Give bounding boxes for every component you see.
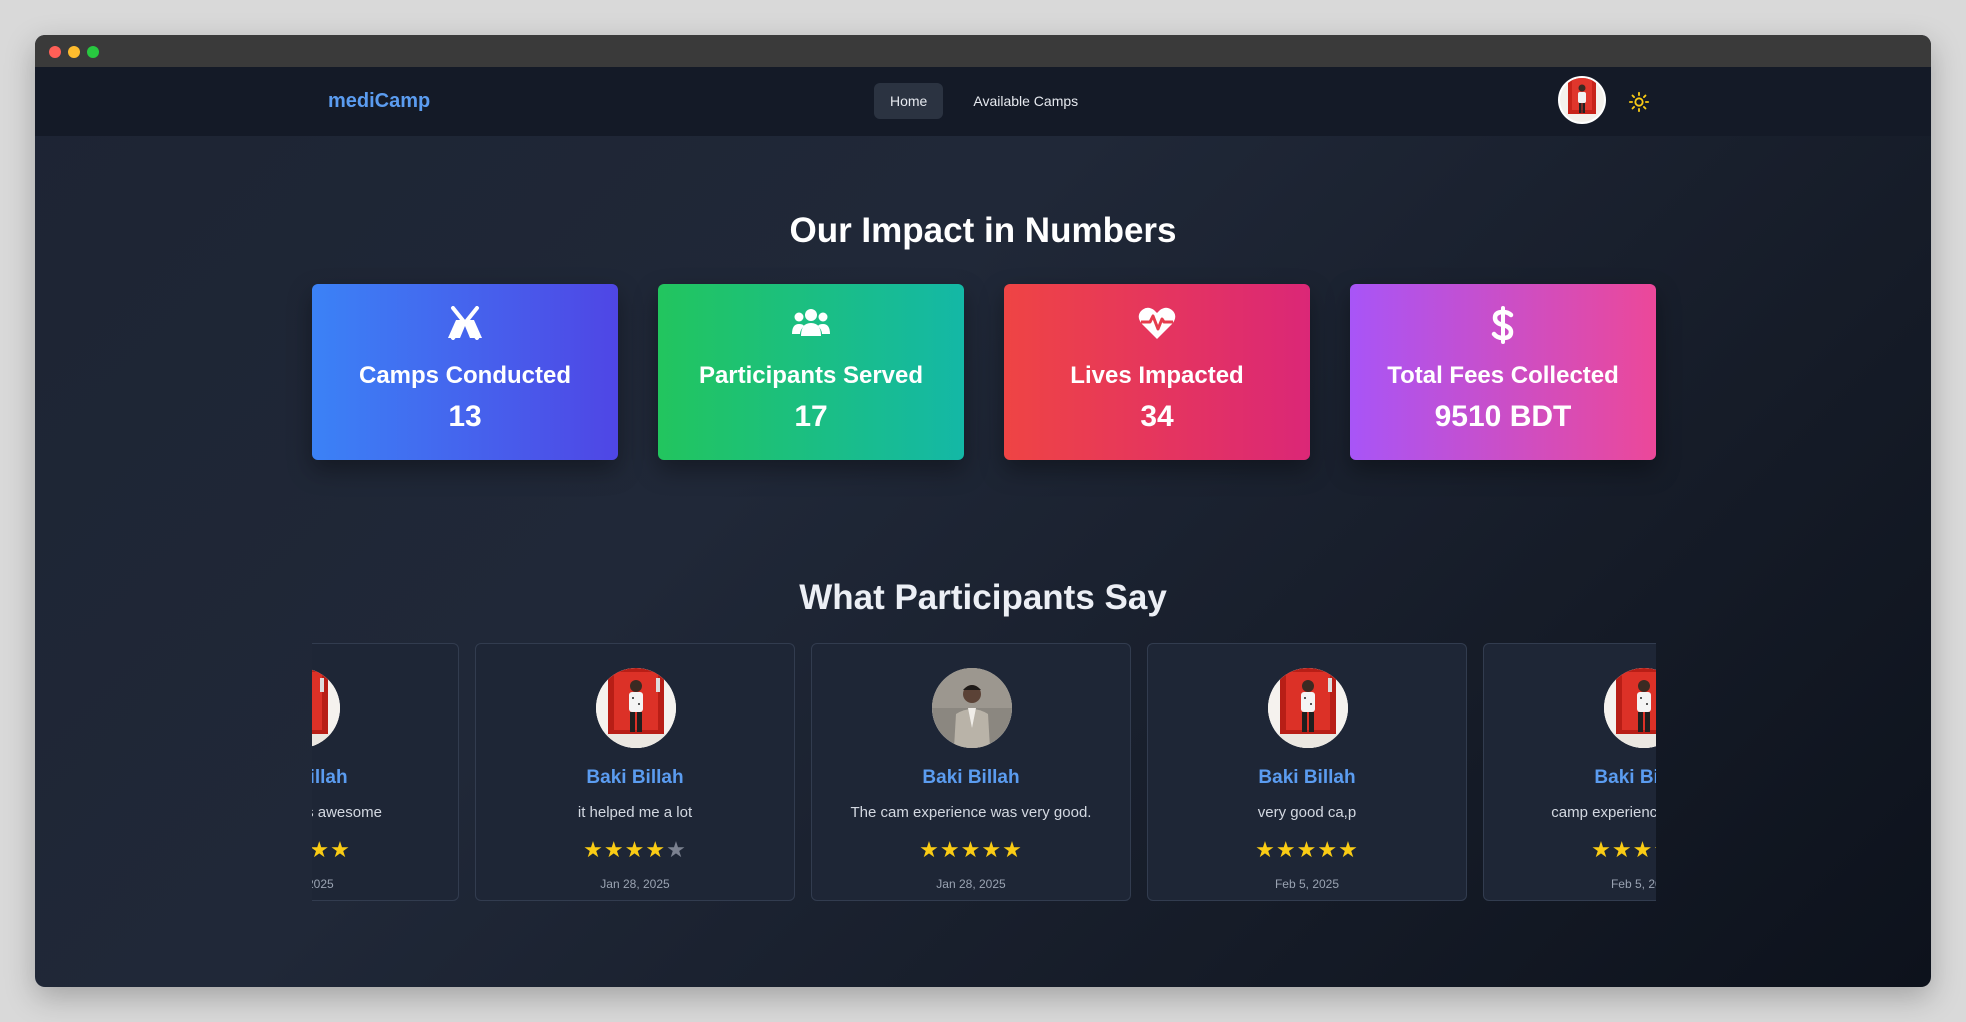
navbar: mediCamp Home Available Camps — [35, 67, 1931, 136]
star-icon: ★ — [939, 837, 961, 862]
star-icon: ★ — [645, 837, 667, 862]
testimonials-title: What Participants Say — [799, 578, 1167, 617]
star-icon: ★ — [330, 837, 351, 862]
reviewer-name: Baki Billah — [312, 767, 348, 788]
reviewer-avatar — [1604, 668, 1656, 748]
stat-card-participants: Participants Served 17 — [658, 284, 964, 460]
rating-stars: ★★★★★ — [476, 837, 794, 863]
star-icon: ★ — [981, 837, 1003, 862]
review-text: it helped me a lot — [577, 804, 693, 821]
star-icon: ★ — [583, 837, 604, 862]
dollar-icon — [1350, 306, 1656, 344]
reviewer-name: Baki Billah — [1258, 767, 1356, 788]
sun-icon[interactable] — [1628, 91, 1650, 113]
nav-link-available-camps[interactable]: Available Camps — [957, 83, 1094, 119]
reviewer-avatar — [596, 668, 676, 748]
review-date: Jan 28, 2025 — [312, 877, 334, 891]
star-icon: ★ — [1275, 837, 1297, 862]
stat-card-lives: Lives Impacted 34 — [1004, 284, 1310, 460]
star-icon: ★ — [1002, 837, 1023, 862]
users-icon — [658, 306, 964, 342]
campground-icon — [312, 306, 618, 342]
stat-value: 34 — [1140, 400, 1174, 433]
star-icon: ★ — [1317, 837, 1339, 862]
star-icon: ★ — [1611, 837, 1633, 862]
testimonials-carousel[interactable]: Baki BillahThe camp was awesome★★★★★Jan … — [312, 643, 1656, 908]
testimonial-card: Baki Billahcamp experience was great★★★★… — [1483, 643, 1656, 901]
review-date: Feb 5, 2025 — [1274, 877, 1340, 891]
review-text: very good ca,p — [1257, 804, 1357, 821]
star-icon: ★ — [666, 837, 687, 862]
reviewer-name: Baki Billah — [1594, 767, 1656, 788]
testimonial-card: Baki Billah it helped me a lot ★★★★★ Jan 28… — [475, 643, 795, 901]
star-icon: ★ — [624, 837, 646, 862]
star-icon: ★ — [919, 837, 940, 862]
review-date: Jan 28, 2025 — [936, 877, 1006, 891]
minimize-window-button[interactable] — [68, 46, 80, 58]
stat-value: 13 — [448, 400, 482, 433]
rating-stars: ★★★★★ — [812, 837, 1130, 863]
impact-title: Our Impact in Numbers — [789, 211, 1177, 250]
testimonial-card: Baki Billah very good ca,p ★★★★★ Feb 5, 202… — [1147, 643, 1467, 901]
star-icon: ★ — [1255, 837, 1276, 862]
reviewer-name: Baki Billah — [922, 767, 1020, 788]
carousel-track: Baki BillahThe camp was awesome★★★★★Jan … — [312, 643, 1656, 901]
maximize-window-button[interactable] — [87, 46, 99, 58]
star-icon: ★ — [603, 837, 625, 862]
reviewer-avatar — [312, 668, 340, 748]
stat-label: Participants Served — [698, 362, 924, 389]
star-icon: ★ — [312, 837, 331, 862]
testimonial-card: Baki Billah The cam experience was very g… — [811, 643, 1131, 901]
nav-links: Home Available Camps — [874, 83, 1094, 119]
stat-label: Total Fees Collected — [1387, 362, 1619, 389]
review-text: The camp was awesome — [312, 804, 382, 821]
rating-stars: ★★★★★ — [1484, 837, 1656, 863]
star-icon: ★ — [1591, 837, 1612, 862]
review-text: The cam experience was very good. — [850, 804, 1092, 821]
close-window-button[interactable] — [49, 46, 61, 58]
stats-grid: Camps Conducted 13 Participants Served 1… — [312, 284, 1656, 460]
brand-logo[interactable]: mediCamp — [328, 67, 430, 136]
reviewer-name: Baki Billah — [586, 767, 684, 788]
stat-value: 17 — [794, 400, 828, 433]
stat-card-camps: Camps Conducted 13 — [312, 284, 618, 460]
rating-stars: ★★★★★ — [1148, 837, 1466, 863]
reviewer-avatar — [932, 668, 1012, 748]
reviewer-avatar — [1268, 668, 1348, 748]
stat-value: 9510 BDT — [1434, 400, 1572, 433]
review-date: Jan 28, 2025 — [600, 877, 670, 891]
stat-label: Lives Impacted — [1070, 362, 1244, 389]
review-text: camp experience was great — [1551, 804, 1656, 821]
star-icon: ★ — [960, 837, 982, 862]
review-date: Feb 5, 2025 — [1610, 877, 1656, 891]
testimonial-card: Baki Billah The camp was awesome ★★★★★ Jan … — [312, 643, 459, 901]
star-icon: ★ — [1296, 837, 1318, 862]
browser-window: mediCamp Home Available Camps Our Impact… — [35, 35, 1931, 987]
star-icon: ★ — [1653, 837, 1656, 862]
star-icon: ★ — [1632, 837, 1654, 862]
heartbeat-icon — [1004, 306, 1310, 342]
rating-stars: ★★★★★ — [312, 837, 458, 863]
stat-card-fees: Total Fees Collected 9510 BDT — [1350, 284, 1656, 460]
window-titlebar — [35, 35, 1931, 67]
nav-link-home[interactable]: Home — [874, 83, 944, 119]
user-avatar[interactable] — [1558, 76, 1606, 124]
stat-label: Camps Conducted — [358, 362, 571, 389]
star-icon: ★ — [1338, 837, 1359, 862]
